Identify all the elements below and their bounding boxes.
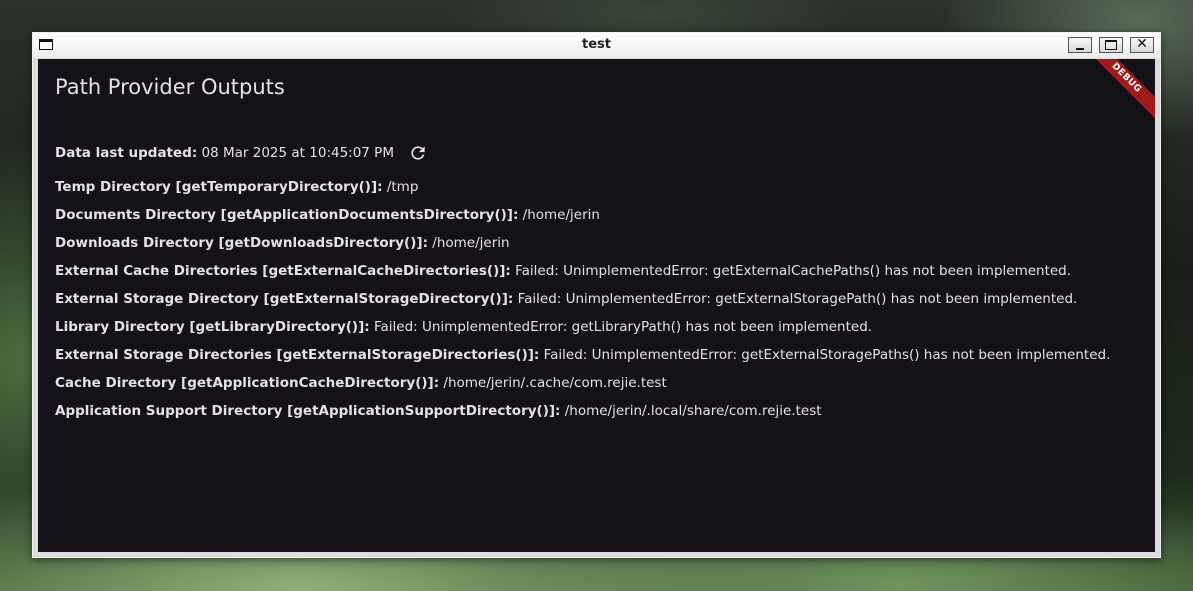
- path-row: Cache Directory [getApplicationCacheDire…: [55, 375, 1110, 403]
- minimize-button[interactable]: [1068, 37, 1092, 53]
- window-titlebar[interactable]: test ✕: [33, 33, 1160, 58]
- app-window: test ✕ DEBUG Path Provider Outputs Data …: [32, 32, 1161, 558]
- last-updated-label: Data last updated:: [55, 145, 198, 161]
- path-row-label: External Cache Directories [getExternalC…: [55, 263, 511, 279]
- path-row-value: Failed: UnimplementedError: getExternalS…: [539, 347, 1111, 363]
- path-row-value: /tmp: [382, 179, 419, 195]
- path-row-value: Failed: UnimplementedError: getExternalC…: [510, 263, 1072, 279]
- path-list: Temp Directory [getTemporaryDirectory()]…: [55, 179, 1110, 431]
- path-row-label: Documents Directory [getApplicationDocum…: [55, 207, 519, 223]
- path-row-label: Downloads Directory [getDownloadsDirecto…: [55, 235, 428, 251]
- path-row-value: Failed: UnimplementedError: getExternalS…: [513, 291, 1078, 307]
- path-row-label: Library Directory [getLibraryDirectory()…: [55, 319, 370, 335]
- window-title: test: [582, 37, 611, 52]
- path-row: Downloads Directory [getDownloadsDirecto…: [55, 235, 1110, 263]
- path-row: Application Support Directory [getApplic…: [55, 403, 1110, 431]
- path-row-value: Failed: UnimplementedError: getLibraryPa…: [369, 319, 873, 335]
- last-updated: Data last updated: 08 Mar 2025 at 10:45:…: [55, 143, 428, 163]
- path-row-label: External Storage Directories [getExterna…: [55, 347, 540, 363]
- close-button[interactable]: ✕: [1130, 36, 1154, 53]
- maximize-icon: [1105, 40, 1117, 50]
- debug-banner: DEBUG: [1081, 59, 1155, 123]
- path-row: Documents Directory [getApplicationDocum…: [55, 207, 1110, 235]
- app-content: DEBUG Path Provider Outputs Data last up…: [38, 59, 1155, 552]
- last-updated-value: 08 Mar 2025 at 10:45:07 PM: [197, 145, 394, 161]
- page-title: Path Provider Outputs: [55, 75, 285, 99]
- close-icon: ✕: [1136, 36, 1148, 52]
- path-row: External Storage Directory [getExternalS…: [55, 291, 1110, 319]
- path-row-label: Cache Directory [getApplicationCacheDire…: [55, 375, 440, 391]
- maximize-button[interactable]: [1099, 37, 1123, 53]
- path-row-value: /home/jerin: [427, 235, 510, 251]
- path-row-value: /home/jerin/.local/share/com.rejie.test: [560, 403, 822, 419]
- path-row: External Cache Directories [getExternalC…: [55, 263, 1110, 291]
- path-row: Library Directory [getLibraryDirectory()…: [55, 319, 1110, 347]
- path-row: Temp Directory [getTemporaryDirectory()]…: [55, 179, 1110, 207]
- minimize-icon: [1076, 48, 1084, 50]
- refresh-icon[interactable]: [408, 143, 428, 163]
- path-row-label: External Storage Directory [getExternalS…: [55, 291, 514, 307]
- path-row-label: Temp Directory [getTemporaryDirectory()]…: [55, 179, 383, 195]
- path-row: External Storage Directories [getExterna…: [55, 347, 1110, 375]
- path-row-value: /home/jerin/.cache/com.rejie.test: [439, 375, 667, 391]
- path-row-label: Application Support Directory [getApplic…: [55, 403, 561, 419]
- path-row-value: /home/jerin: [518, 207, 600, 223]
